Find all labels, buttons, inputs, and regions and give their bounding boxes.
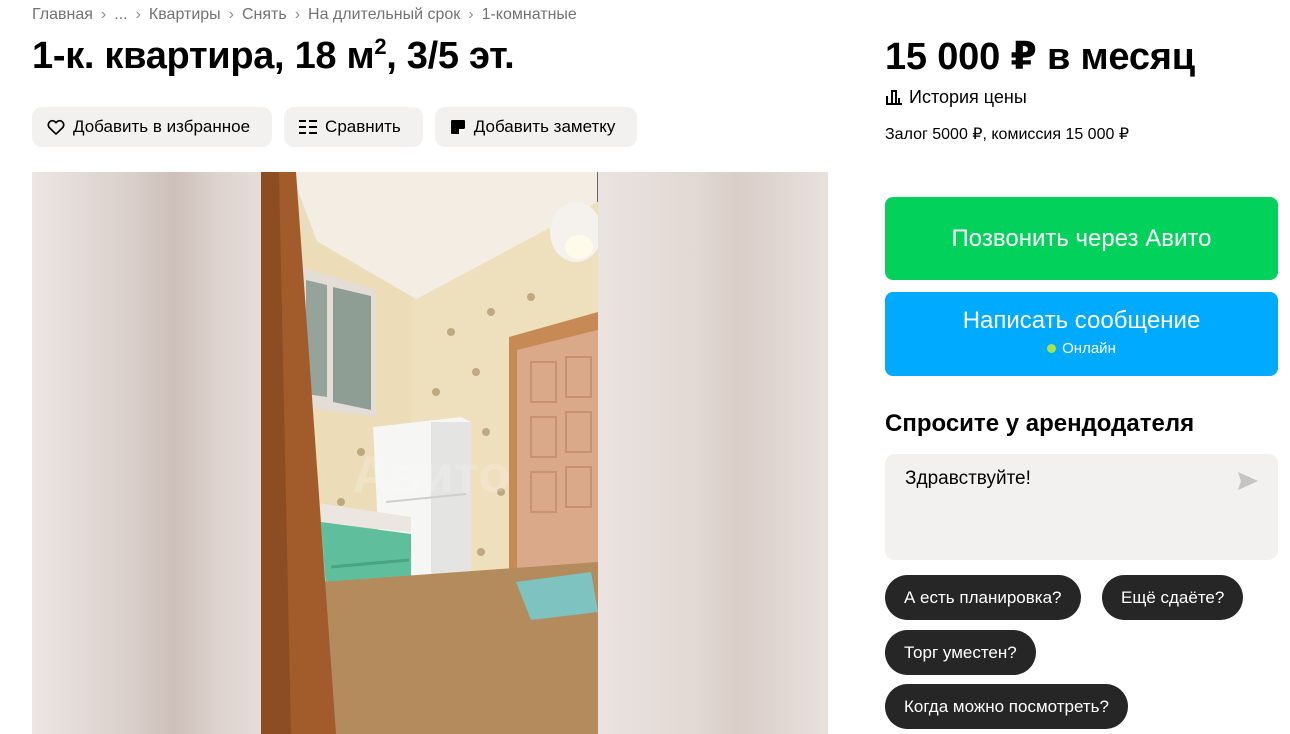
online-label: Онлайн [1062,340,1116,357]
gallery-blur-left [32,172,261,734]
price-history-link[interactable]: История цены [885,86,1027,108]
breadcrumb-separator: › [100,6,107,23]
quick-question-chip[interactable]: Ещё сдаёте? [1102,575,1244,620]
compare-button[interactable]: Сравнить [284,107,423,147]
compare-icon [299,120,318,134]
message-label: Написать сообщение [962,307,1201,334]
title-superscript: 2 [374,34,387,59]
price: 15 000 ₽ в месяц [885,36,1195,78]
write-message-button[interactable]: Написать сообщение Онлайн [885,292,1278,376]
breadcrumb-separator: › [294,6,301,23]
breadcrumb-one-room[interactable]: 1-комнатные [482,6,577,24]
heart-icon [47,119,65,135]
send-icon [1238,472,1258,490]
apartment-photo-image: Авито [261,172,598,734]
add-to-favorites-button[interactable]: Добавить в избранное [32,107,273,147]
photo-gallery[interactable]: Авито [32,172,828,734]
title-main: 1-к. квартира, 18 м [32,35,375,77]
svg-text:Авито: Авито [352,446,510,504]
deposit-commission: Залог 5000 ₽, комиссия 15 000 ₽ [885,126,1129,143]
quick-question-chip[interactable]: А есть планировка? [885,575,1081,620]
page-title: 1-к. квартира, 18 м2, 3/5 эт. [32,34,515,78]
breadcrumb: Главная › ... › Квартиры › Снять › На дл… [32,4,577,26]
ask-landlord-title: Спросите у арендодателя [885,410,1195,437]
add-note-button[interactable]: Добавить заметку [434,107,638,147]
price-history-label: История цены [909,86,1027,107]
breadcrumb-separator: › [468,6,474,23]
note-icon [450,120,465,134]
quick-question-chip[interactable]: Когда можно посмотреть? [885,684,1128,729]
apartment-photo[interactable]: Авито [261,172,598,734]
ask-message-box: Здравствуйте! [885,454,1278,560]
note-label: Добавить заметку [473,117,616,136]
breadcrumb-rent[interactable]: Снять [242,6,287,24]
breadcrumb-home[interactable]: Главная [32,6,93,24]
message-input[interactable]: Здравствуйте! [905,468,1225,508]
favorites-label: Добавить в избранное [73,117,251,136]
breadcrumb-separator: › [228,6,234,23]
compare-label: Сравнить [325,117,401,136]
breadcrumb-apartments[interactable]: Квартиры [149,6,221,24]
gallery-blur-right [598,172,828,734]
breadcrumb-ellipsis[interactable]: ... [114,6,127,24]
breadcrumb-separator: › [135,6,141,23]
listing-actions: Добавить в избранное Сравнить Добавить з… [32,107,638,147]
send-button[interactable] [1236,470,1260,492]
quick-question-chip[interactable]: Торг уместен? [885,630,1036,675]
chart-icon [886,90,902,105]
call-label: Позвонить через Авито [951,224,1212,252]
online-status: Онлайн [1047,340,1116,357]
online-dot-icon [1047,344,1057,353]
title-floor: , 3/5 эт. [386,35,515,77]
call-via-avito-button[interactable]: Позвонить через Авито [885,197,1278,280]
breadcrumb-long-term[interactable]: На длительный срок [308,6,460,24]
